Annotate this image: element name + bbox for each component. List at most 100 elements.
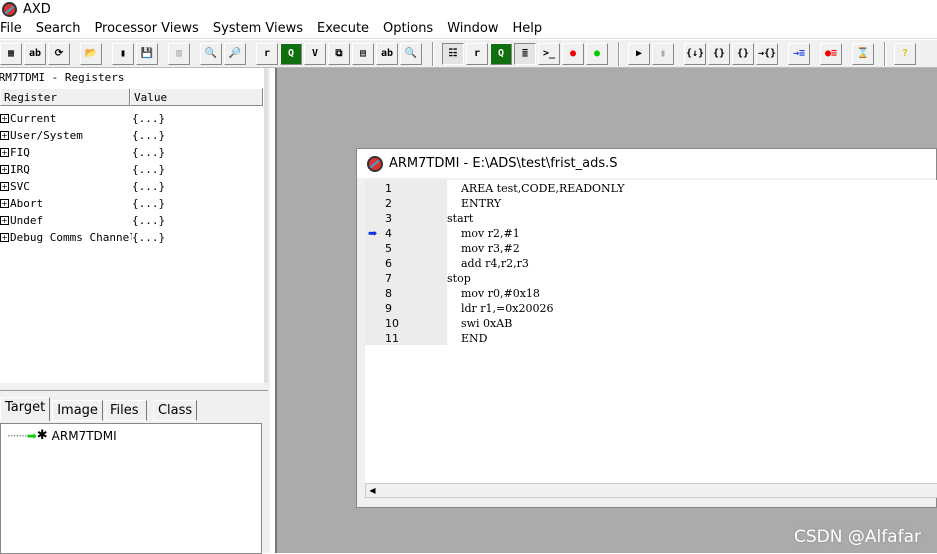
toolbar-separator (884, 41, 886, 66)
source-code-view[interactable]: 1 AREA test,CODE,READONLY 2 ENTRY 3 start ➡ 4… (365, 180, 937, 483)
source-files-icon: ≣ (521, 48, 529, 59)
variables-button[interactable]: V (304, 42, 326, 65)
find-next-icon: 🔎 (228, 48, 242, 59)
toggle-breakpoint-button[interactable]: ●≡ (820, 42, 842, 65)
help-button[interactable]: ? (894, 42, 916, 65)
source-text: add r4,r2,r3 (447, 257, 529, 270)
source-window-titlebar[interactable]: ARM7TDMI - E:\ADS\test\frist_ads.S (357, 149, 936, 178)
disabled-action-button[interactable]: ▥ (168, 42, 190, 65)
source-line[interactable]: 2 ENTRY (365, 196, 935, 211)
register-row[interactable]: + Abort {...} (0, 195, 165, 212)
source-line[interactable]: 9 ldr r1,=0x20026 (365, 301, 935, 316)
menu-processor-views[interactable]: Processor Views (94, 21, 205, 36)
line-number: 11 (385, 332, 399, 345)
column-header-register[interactable]: Register (0, 88, 130, 106)
memory-button[interactable]: ▤ (352, 42, 374, 65)
source-line[interactable]: 10 swi 0xAB (365, 316, 935, 331)
register-row[interactable]: + Undef {...} (0, 212, 165, 229)
hourglass-button[interactable]: ⌛ (852, 42, 874, 65)
register-row[interactable]: + Current {...} (0, 110, 165, 127)
step-in-button[interactable]: {↓} (684, 42, 706, 65)
system-output-button[interactable]: ☷ (442, 42, 464, 65)
registers-icon: r (263, 48, 271, 59)
source-files-button[interactable]: ≣ (514, 42, 536, 65)
register-row[interactable]: + FIQ {...} (0, 144, 165, 161)
save-memory-button[interactable]: 💾 (136, 42, 158, 65)
menu-help[interactable]: Help (512, 21, 549, 36)
watch-button[interactable]: Q (280, 42, 302, 65)
register-row[interactable]: + SVC {...} (0, 178, 165, 195)
expand-plus-icon[interactable]: + (0, 233, 9, 242)
register-row[interactable]: + IRQ {...} (0, 161, 165, 178)
open-file-button[interactable]: 📂 (80, 42, 102, 65)
reload-image-button[interactable]: ⟳ (48, 42, 70, 65)
stop-button[interactable]: ▮ (652, 42, 674, 65)
menu-search[interactable]: Search (36, 21, 88, 36)
load-image-icon: ▦ (7, 48, 15, 59)
command-line-icon: >_ (542, 48, 556, 59)
expand-plus-icon[interactable]: + (0, 165, 9, 174)
source-line[interactable]: 8 mov r0,#0x18 (365, 286, 935, 301)
register-name: Debug Comms Channel (10, 231, 132, 244)
menu-file[interactable]: File (0, 21, 29, 36)
low-level-symbols-button[interactable]: ab (376, 42, 398, 65)
source-text: AREA test,CODE,READONLY (447, 182, 625, 195)
show-execution-point-button[interactable]: →≡ (788, 42, 810, 65)
menu-execute[interactable]: Execute (317, 21, 376, 36)
source-window[interactable]: ARM7TDMI - E:\ADS\test\frist_ads.S 1 ARE… (356, 148, 937, 508)
stop-icon: ▮ (659, 48, 667, 59)
go-button[interactable]: ▶ (628, 42, 650, 65)
breakpoints-button[interactable]: ● (562, 42, 584, 65)
tab-class[interactable]: Class (152, 400, 198, 421)
load-symbols-button[interactable]: ab (24, 42, 46, 65)
tree-item-arm7tdmi[interactable]: ······· ➡ ✱ ARM7TDMI (7, 428, 117, 443)
menu-bar: File Search Processor Views System Views Exe… (0, 18, 937, 39)
source-text: swi 0xAB (447, 317, 513, 330)
source-line[interactable]: 1 AREA test,CODE,READONLY (365, 181, 935, 196)
source-text: mov r3,#2 (447, 242, 520, 255)
debugger-watch-button[interactable]: Q (490, 42, 512, 65)
registers-button[interactable]: r (256, 42, 278, 65)
expand-plus-icon[interactable]: + (0, 148, 9, 157)
watchpoints-button[interactable]: ● (586, 42, 608, 65)
register-row[interactable]: + User/System {...} (0, 127, 165, 144)
execution-point-arrow-icon: ➡ (368, 227, 378, 240)
debugger-registers-button[interactable]: r (466, 42, 488, 65)
find-next-button[interactable]: 🔎 (224, 42, 246, 65)
expand-plus-icon[interactable]: + (0, 199, 9, 208)
step-out-icon: {} (736, 48, 750, 59)
expand-plus-icon[interactable]: + (0, 216, 9, 225)
backtrace-button[interactable]: ⧉ (328, 42, 350, 65)
source-line[interactable]: 11 END (365, 331, 935, 346)
disassembly-button[interactable]: 🔍 (400, 42, 422, 65)
load-memory-button[interactable]: ▮ (112, 42, 134, 65)
column-header-value[interactable]: Value (130, 88, 263, 106)
tab-files[interactable]: Files (104, 400, 147, 421)
source-line[interactable]: 5 mov r3,#2 (365, 241, 935, 256)
source-line[interactable]: 3 start (365, 211, 935, 226)
menu-window[interactable]: Window (447, 21, 505, 36)
expand-plus-icon[interactable]: + (0, 131, 9, 140)
run-to-cursor-button[interactable]: →{} (756, 42, 778, 65)
find-button[interactable]: 🔍 (200, 42, 222, 65)
line-number: 1 (385, 182, 392, 195)
source-line[interactable]: ➡ 4 mov r2,#1 (365, 226, 935, 241)
register-name: SVC (10, 180, 30, 193)
scroll-left-arrow-icon[interactable]: ◀ (366, 484, 379, 497)
command-line-button[interactable]: >_ (538, 42, 560, 65)
step-out-button[interactable]: {} (732, 42, 754, 65)
step-button[interactable]: {} (708, 42, 730, 65)
horizontal-scrollbar[interactable]: ◀ (365, 483, 937, 498)
register-row[interactable]: + Debug Comms Channel {...} (0, 229, 165, 246)
expand-plus-icon[interactable]: + (0, 114, 9, 123)
breakpoints-icon: ● (569, 48, 577, 59)
tab-image[interactable]: Image (52, 400, 103, 421)
tab-target[interactable]: Target (0, 397, 51, 421)
menu-system-views[interactable]: System Views (213, 21, 310, 36)
expand-plus-icon[interactable]: + (0, 182, 9, 191)
menu-options[interactable]: Options (383, 21, 440, 36)
load-image-button[interactable]: ▦ (0, 42, 22, 65)
source-line[interactable]: 7 stop (365, 271, 935, 286)
source-line[interactable]: 6 add r4,r2,r3 (365, 256, 935, 271)
register-value: {...} (132, 231, 166, 244)
